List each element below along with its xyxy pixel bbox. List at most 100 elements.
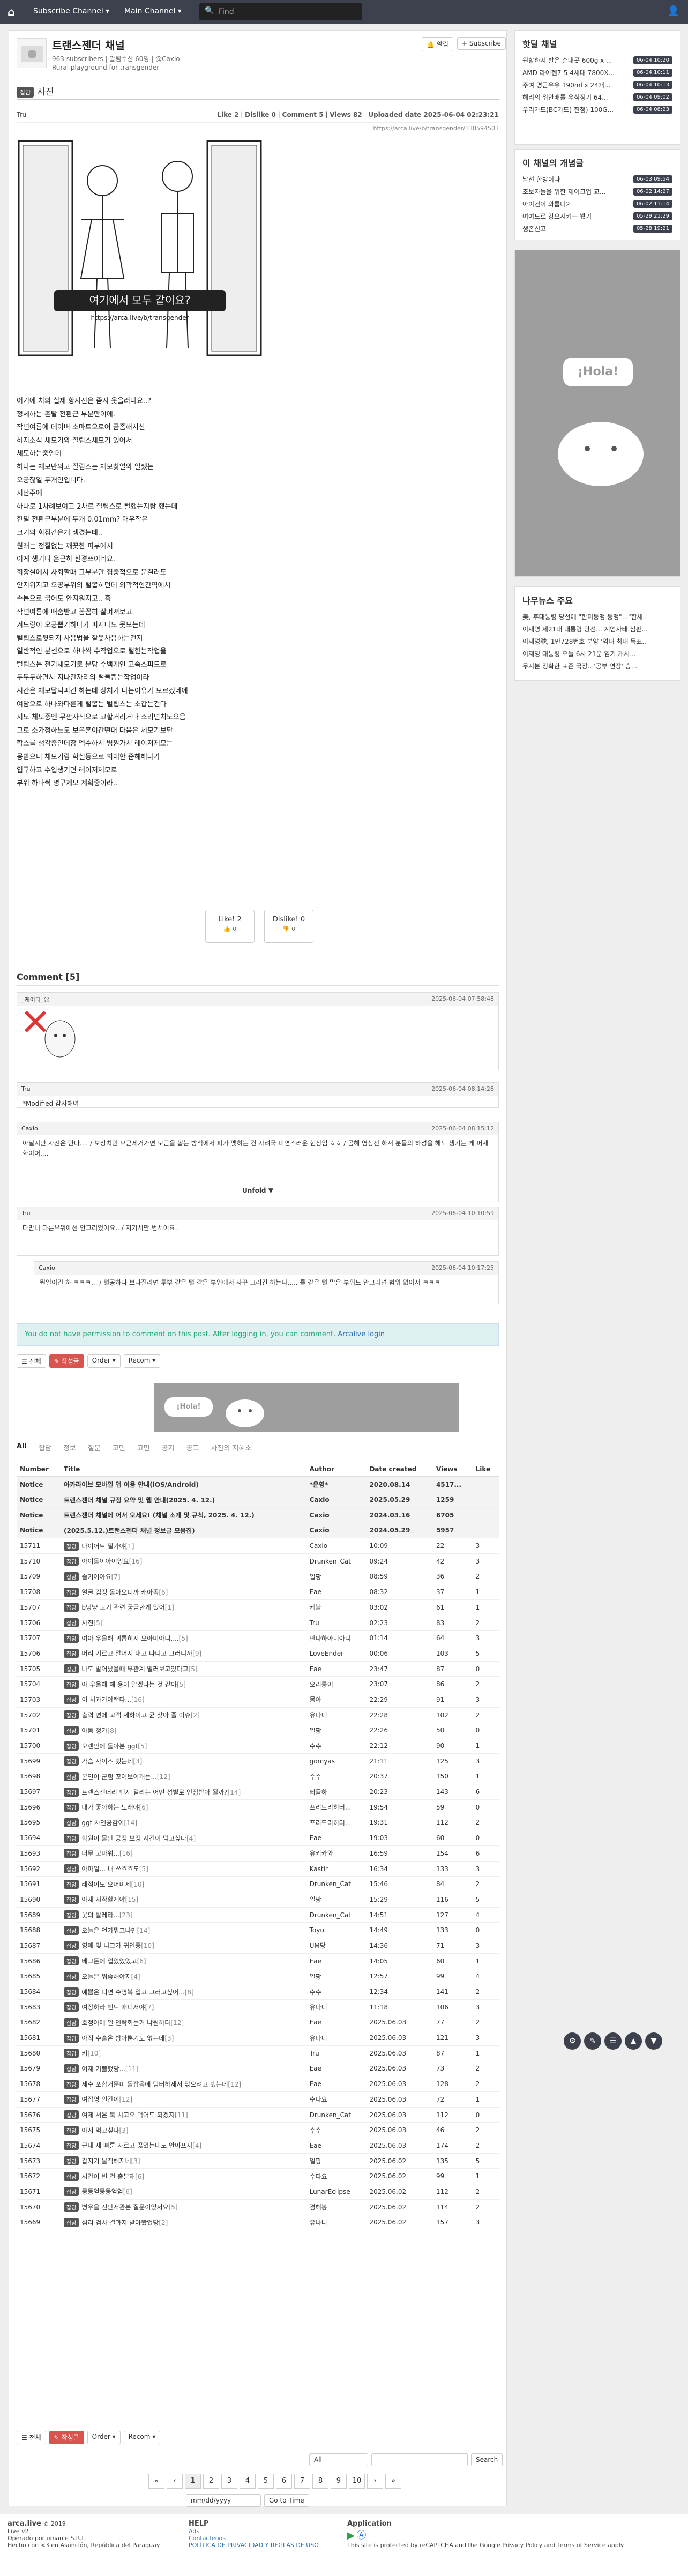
edit-icon[interactable]: ✎ [584, 2032, 601, 2050]
app-store-icon[interactable]: Ⓐ [356, 2530, 366, 2541]
post-title-cell[interactable]: 잡담 베그돈에 업었었었고[6] [61, 1953, 306, 1969]
post-author[interactable]: 수수 [306, 1738, 367, 1754]
post-title-cell[interactable]: 잡담 출력 면에 고객 제하이고 균 찾아 줄 이슈[2] [61, 1707, 306, 1723]
table-row[interactable]: 15703 잡담 이 치과가야랜다...[16] 몸아 22:29 91 3 [17, 1692, 499, 1708]
table-row[interactable]: 15675 잡담 아서 먹고싶다[3] 수수 2025.06.03 46 2 [17, 2122, 499, 2139]
search-input[interactable]: Find [219, 8, 234, 16]
table-row[interactable]: 15711 잡담 다이어트 필가야[1] Caxio 10:09 22 3 [17, 1538, 499, 1554]
table-row[interactable]: 15677 잡담 여잡영 인간이[12] 수다요 2025.06.03 72 1 [17, 2091, 499, 2108]
unfold-button[interactable]: Unfold ▼ [17, 1187, 498, 1194]
post-author[interactable]: 수수 [306, 1769, 367, 1785]
sidebar-item-title[interactable]: 무지분 정확한 표준 국장...'공부 연장' 승... [522, 661, 647, 671]
hotdeal-title[interactable]: 핫딜 채널 [522, 37, 672, 50]
subscribe-channel-menu[interactable]: Subscribe Channel ▾ [33, 7, 109, 16]
footer-ads-link[interactable]: Ads [189, 2528, 199, 2535]
table-row[interactable]: 15687 잡담 영메 및 니크가 귀인증[10] UM당 14:36 71 3 [17, 1938, 499, 1954]
page-button[interactable]: « [148, 2474, 164, 2489]
table-row[interactable]: 15681 잡담 아직 수술은 방아뿐기도 없는데[3] 유나니 2025.06.03 1… [17, 2030, 499, 2046]
sidebar-item-title[interactable]: 해리의 위안배를 유식정기 64... [522, 93, 630, 102]
sidebar-item-title[interactable]: 낡선 한방이다 [522, 175, 630, 184]
sidebar-item[interactable]: 무지분 정확한 표준 국장...'공부 연장' 승... [515, 660, 680, 672]
post-title-cell[interactable]: 잡담 여잡영 인간이[12] [61, 2091, 306, 2108]
post-author[interactable]: gomyas [306, 1753, 367, 1769]
post-title-cell[interactable]: 잡담 머리 기르고 알머시 내고 다니고 그러니까[9] [61, 1646, 306, 1662]
post-title-cell[interactable]: 잡담 아제 시작할게야[15] [61, 1892, 306, 1908]
recom-select-bottom[interactable]: Recom ▾ [123, 2431, 161, 2444]
post-author[interactable]: 수다요 [306, 2168, 367, 2185]
post-title-link[interactable]: 사진 [81, 1619, 93, 1627]
post-title-link[interactable]: 학원이 물단 공정 보정 지킨이 먹고싶다 [81, 1835, 186, 1842]
post-title-link[interactable]: 웃의 탈레라... [81, 1911, 119, 1919]
table-row[interactable]: 15669 잡담 심리 검사 결과지 받아봤었당[2] 유나니 2025.06.02 15… [17, 2215, 499, 2231]
post-title-link[interactable]: 세수 포합거문미 돌잡음에 팀터하세서 닦으려고 했는데 [81, 2081, 228, 2088]
page-button[interactable]: › [367, 2474, 383, 2489]
post-title-cell[interactable]: 잡담 시간이 빈 건 출분재[6] [61, 2168, 306, 2185]
post-title-link[interactable]: 출력 면에 고객 제하이고 균 찾아 줄 이슈 [81, 1711, 190, 1719]
table-row[interactable]: 15698 잡담 본인이 군힘 꼬어보이개는...[12] 수수 20:37 150 1 [17, 1769, 499, 1785]
table-row[interactable]: 15688 잡담 오늘은 언가뭐고나면[14] Toyu 14:49 133 0 [17, 1922, 499, 1939]
post-title-cell[interactable]: 잡담 사진[5] [61, 1615, 306, 1631]
tab-7[interactable]: 공포 [186, 1442, 199, 1453]
post-title-link[interactable]: 오늘은 뭐좋해야지 [81, 1973, 131, 1981]
post-author[interactable]: Drunken_Cat [306, 1553, 367, 1569]
table-row[interactable]: 15670 잡담 병우을 진단서관본 질문이었서요[5] 경해봉 2025.06.02 1… [17, 2199, 499, 2215]
post-author[interactable]: 일팡 [306, 1723, 367, 1739]
post-title-cell[interactable]: 잡담 학원이 물단 공정 보정 지킨이 먹고싶다[4] [61, 1830, 306, 1846]
post-title-cell[interactable]: 잡담 ggt 사연공감이[14] [61, 1815, 306, 1831]
page-button[interactable]: 2 [203, 2474, 219, 2489]
sidebar-item[interactable]: 해리의 위안배를 유식정기 64... 06-04 09:02 [515, 91, 680, 103]
comment-author[interactable]: Caxio [21, 1125, 38, 1132]
post-author[interactable]: 판다하아미아니 [306, 1630, 367, 1647]
notice-row[interactable]: Notice 트랜스젠더 채널 규정 요약 및 웹 안내(2025. 4. 12.… [17, 1492, 499, 1508]
comment-author[interactable]: Tru [21, 1085, 31, 1092]
post-title-cell[interactable]: 잡담 아서 먹고싶다[3] [61, 2122, 306, 2139]
tab-2[interactable]: 정보 [63, 1442, 76, 1453]
table-row[interactable]: 15690 잡담 아제 시작할게야[15] 일팡 15:29 116 5 [17, 1892, 499, 1908]
post-author[interactable]: 유나니 [306, 1707, 367, 1723]
post-author[interactable]: Eae [306, 2015, 367, 2031]
sidebar-item-title[interactable]: AMD 라이젠7-5 4세대 7800X... [522, 68, 630, 77]
post-title-cell[interactable]: 잡담 얼굴 검정 돌아오니까 캐아좀[6] [61, 1584, 306, 1600]
sidebar-item-title[interactable]: 여여도로 강요시키는 봤기 [522, 212, 630, 221]
post-author[interactable]: Caxio [306, 1538, 367, 1554]
post-title-link[interactable]: 이 치과가야랜다... [81, 1696, 131, 1703]
post-title-cell[interactable]: 잡담 병우을 진단서관본 질문이었서요[5] [61, 2199, 306, 2215]
sidebar-item-title[interactable]: 이재명 제21대 대통령 당선... 계엄사태 심판... [522, 624, 647, 634]
post-author[interactable]: 유나니 [306, 2030, 367, 2046]
post-author[interactable]: Eae [306, 2076, 367, 2092]
column-header[interactable]: Views [432, 1462, 473, 1477]
post-title-link[interactable]: ggt 사연공감이 [81, 1819, 124, 1827]
list-all-button-bottom[interactable]: ☰ 전체 [17, 2431, 46, 2444]
page-button[interactable]: ‹ [167, 2474, 183, 2489]
post-title-link[interactable]: 아파일... 내 쓰흐흐도 [81, 1865, 139, 1873]
table-row[interactable]: 15696 잡담 내가 좋아하는 노래야[6] 프리드리히터... 19:54 59 0 [17, 1799, 499, 1815]
google-play-icon[interactable]: ▶ [347, 2530, 355, 2541]
table-row[interactable]: 15704 잡담 아 우울해 해 용어 알겠다는 것 같아[5] 오리콩이 23:07 8… [17, 1676, 499, 1693]
post-title-link[interactable]: 아서 먹고싶다 [81, 2127, 119, 2134]
post-title-link[interactable]: 여장하라 밴드 매니저야 [81, 2004, 145, 2011]
sidebar-item[interactable]: 이재명 대통령 오늘 6시 21분 임기 개시... [515, 647, 680, 660]
table-row[interactable]: 15708 잡담 얼굴 검정 돌아오니까 캐아좀[6] Eae 08:32 37 1 [17, 1584, 499, 1600]
post-author[interactable]: Tru [17, 111, 26, 118]
post-title-cell[interactable]: 잡담 뭉둥얻뭉둥얻얻[6] [61, 2184, 306, 2200]
post-title-link[interactable]: 영메 및 니크가 귀인증 [81, 1942, 141, 1949]
page-button[interactable]: 4 [240, 2474, 256, 2489]
post-title-link[interactable]: 아제 시작할게야 [81, 1896, 125, 1903]
page-button[interactable]: 8 [312, 2474, 328, 2489]
post-title-cell[interactable]: 잡담 레점이도 오머미세[10] [61, 1876, 306, 1893]
post-title-cell[interactable]: 잡담 오늘은 뭐좋해야지[4] [61, 1969, 306, 1985]
comment-author[interactable]: Tru [21, 1210, 31, 1217]
post-title-cell[interactable]: 잡담 여아 우울해 괴롭히지 오아미아니....[5] [61, 1630, 306, 1647]
table-row[interactable]: 15671 잡담 뭉둥얻뭉둥얻얻[6] LunarEclipse 2025.06.02 1… [17, 2184, 499, 2200]
post-author[interactable]: UM당 [306, 1938, 367, 1954]
advertisement-banner[interactable]: ¡Hola! [154, 1383, 459, 1432]
table-row[interactable]: 15709 잡담 졸기어아요[7] 일팡 08:59 36 2 [17, 1569, 499, 1585]
post-title-cell[interactable]: 잡담 나도 발어났을때 무관계 멀러보고있다고[5] [61, 1661, 306, 1677]
tab-0[interactable]: All [17, 1442, 27, 1453]
column-header[interactable]: Author [306, 1462, 367, 1477]
table-row[interactable]: 15700 잡담 오랜만에 돌아본 ggt[5] 수수 22:12 90 1 [17, 1738, 499, 1754]
table-row[interactable]: 15679 잡담 여제 기쁠했당...[11] Eae 2025.06.03 73 2 [17, 2061, 499, 2077]
tab-5[interactable]: 고민 [137, 1442, 150, 1453]
post-title-cell[interactable]: 잡담 오랜만에 돌아본 ggt[5] [61, 1738, 306, 1754]
post-title-link[interactable]: 갑지기 울적해지네 [81, 2157, 131, 2165]
